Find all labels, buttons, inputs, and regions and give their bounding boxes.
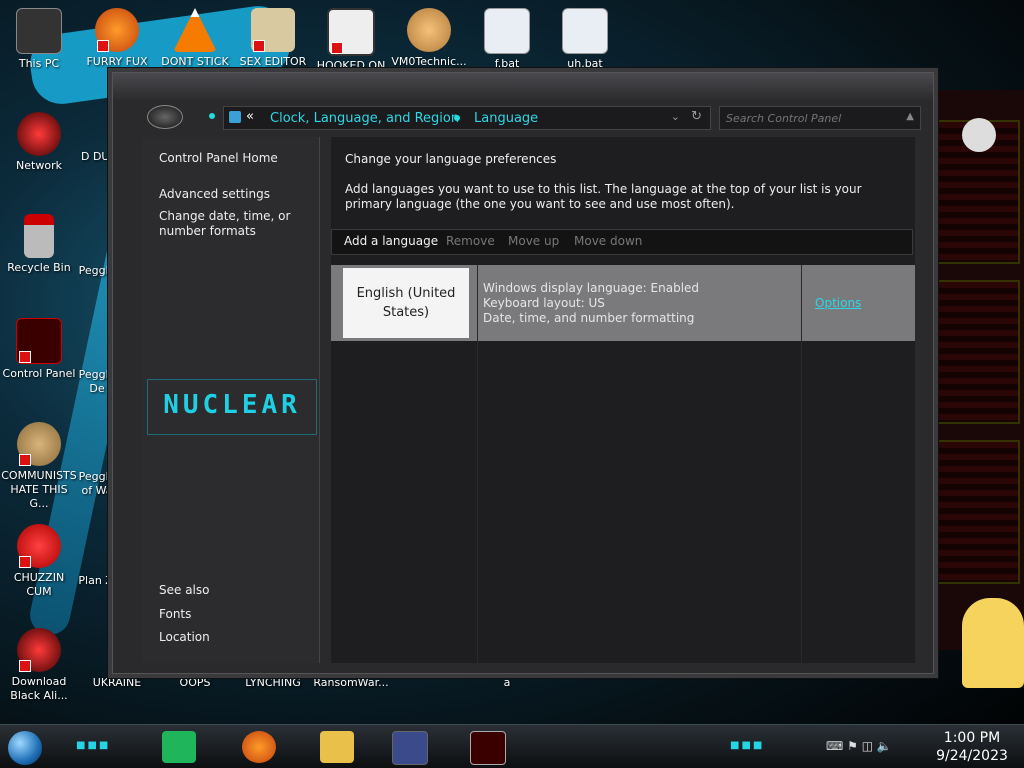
breadcrumb-language[interactable]: Language xyxy=(474,111,538,126)
address-bar[interactable]: « Clock, Language, and Region Language ⌄… xyxy=(223,106,711,130)
display-language-status: Windows display language: Enabled xyxy=(483,281,700,295)
volume-icon[interactable]: 🔈 xyxy=(877,739,892,753)
back-forward-orb-icon[interactable] xyxy=(147,105,183,129)
control-panel-window: « Clock, Language, and Region Language ⌄… xyxy=(112,72,934,674)
advanced-settings-link[interactable]: Advanced settings xyxy=(159,187,270,201)
breadcrumb-clock-language-region[interactable]: Clock, Language, and Region xyxy=(270,111,459,126)
navigation-bar: « Clock, Language, and Region Language ⌄… xyxy=(123,103,923,133)
search-box[interactable]: ▲ xyxy=(719,106,921,130)
desktop-icon-ransomware[interactable]: RansomWar... xyxy=(312,676,390,690)
desktop-icon-sex-editor[interactable]: SEX EDITOR xyxy=(234,8,312,69)
network-icon xyxy=(17,112,61,156)
desktop-icon-chuzzin[interactable]: CHUZZIN CUM xyxy=(0,524,78,599)
desktop-icon-oops[interactable]: OOPS xyxy=(156,676,234,690)
batch-file-gear-icon xyxy=(484,8,530,54)
desktop-icon-this-pc[interactable]: This PC xyxy=(0,8,78,71)
see-also-heading: See also xyxy=(159,583,210,597)
alien-logo-icon xyxy=(962,118,996,152)
add-language-button[interactable]: Add a language xyxy=(344,234,438,248)
money-bag-icon xyxy=(17,422,61,466)
computer-icon xyxy=(16,8,62,54)
chevron-down-icon[interactable]: ⌄ xyxy=(671,110,680,123)
hex-editor-icon xyxy=(251,8,295,52)
language-toolbar: Add a language Remove Move up Move down xyxy=(331,229,913,255)
formatting-status: Date, time, and number formatting xyxy=(483,311,695,325)
clock-time: 1:00 PM xyxy=(943,730,1001,746)
desktop-icon-dont-stick[interactable]: DONT STICK xyxy=(156,8,234,69)
window-title-bar[interactable] xyxy=(113,73,933,101)
desktop-icon-download-black-ali[interactable]: Download Black Ali... xyxy=(0,628,78,703)
page-description: Add languages you want to use to this li… xyxy=(345,182,862,211)
taskbar-decoration-icon: ■■■ xyxy=(730,740,765,751)
desktop-icon-lynching[interactable]: LYNCHING xyxy=(234,676,312,690)
firefox-icon xyxy=(95,8,139,52)
column-divider xyxy=(801,265,802,663)
change-formats-link[interactable]: Change date, time, or number formats xyxy=(159,209,321,239)
nuclear-theme-logo: NUCLEAR xyxy=(147,379,317,435)
desktop-icon-vm0technic[interactable]: VM0Technic... xyxy=(390,8,468,69)
taskbar-firefox-icon[interactable] xyxy=(242,731,276,763)
desktop-icon-recycle-bin[interactable]: Recycle Bin xyxy=(0,214,78,275)
taskbar-decoration-icon: ■■■ xyxy=(76,740,111,751)
control-panel-icon xyxy=(16,318,62,364)
system-tray: ⌨ ⚑ ◫ 🔈 xyxy=(826,739,892,753)
language-list-item[interactable]: English (United States) Windows display … xyxy=(331,265,915,341)
wallpaper-side-panel xyxy=(924,90,1024,650)
move-down-button[interactable]: Move down xyxy=(574,234,642,248)
recycle-bin-icon xyxy=(24,214,54,258)
desktop-icon-hooked-on[interactable]: HOOKED ON xyxy=(312,8,390,73)
desktop-icon-ukraine[interactable]: UKRAINE xyxy=(78,676,156,690)
start-orb-button[interactable] xyxy=(8,731,42,765)
page-title: Change your language preferences xyxy=(345,152,557,166)
control-panel-home-link[interactable]: Control Panel Home xyxy=(159,151,278,165)
keyboard-icon[interactable]: ⌨ xyxy=(826,739,843,753)
vlc-cone-icon xyxy=(173,8,217,52)
control-panel-icon xyxy=(229,111,241,123)
notification-flag-icon[interactable]: ⚑ xyxy=(847,739,858,753)
desktop-icon-network[interactable]: Network xyxy=(0,112,78,173)
location-link[interactable]: Location xyxy=(159,630,210,644)
wallpaper-character xyxy=(962,598,1024,688)
refresh-icon[interactable]: ↻ xyxy=(691,109,702,124)
language-name-tile: English (United States) xyxy=(343,268,469,338)
move-up-button[interactable]: Move up xyxy=(508,234,559,248)
language-options-link[interactable]: Options xyxy=(815,296,861,310)
taskbar: ■■■ ■■■ ⌨ ⚑ ◫ 🔈 1:00 PM 9/24/2023 xyxy=(0,724,1024,768)
desktop-icon-control-panel[interactable]: Control Panel xyxy=(0,318,78,381)
network-tray-icon[interactable]: ◫ xyxy=(862,739,873,753)
search-icon[interactable]: ▲ xyxy=(906,111,914,122)
breadcrumb-separator-icon xyxy=(454,115,460,121)
desktop-icon-a[interactable]: a xyxy=(468,676,546,690)
taskbar-notes-app-icon[interactable] xyxy=(162,731,196,763)
maze-icon xyxy=(327,8,375,56)
search-input[interactable] xyxy=(724,109,898,127)
fonts-link[interactable]: Fonts xyxy=(159,607,191,621)
clock-date: 9/24/2023 xyxy=(936,748,1008,764)
taskbar-control-panel-icon[interactable] xyxy=(392,731,428,765)
alien-icon xyxy=(17,628,61,672)
main-content: Change your language preferences Add lan… xyxy=(331,137,915,663)
doctor-icon xyxy=(407,8,451,52)
chuzzle-icon xyxy=(17,524,61,568)
desktop-icon-f-bat[interactable]: f.bat xyxy=(468,8,546,71)
nav-dot-icon xyxy=(209,113,215,119)
remove-button[interactable]: Remove xyxy=(446,234,495,248)
column-divider xyxy=(477,265,478,663)
taskbar-file-explorer-icon[interactable] xyxy=(320,731,354,763)
keyboard-layout-status: Keyboard layout: US xyxy=(483,296,605,310)
taskbar-active-window-icon[interactable] xyxy=(470,731,506,765)
breadcrumb-chevron-icon[interactable]: « xyxy=(246,109,254,124)
desktop-icon-uh-bat[interactable]: uh.bat xyxy=(546,8,624,71)
desktop-icon-furry-fux[interactable]: FURRY FUX xyxy=(78,8,156,69)
taskbar-clock[interactable]: 1:00 PM 9/24/2023 xyxy=(928,729,1016,765)
language-details: Windows display language: Enabled Keyboa… xyxy=(483,281,699,326)
desktop-icon-communists[interactable]: COMMUNISTS HATE THIS G... xyxy=(0,422,78,511)
left-navigation-pane: Control Panel Home Advanced settings Cha… xyxy=(141,137,320,663)
batch-file-gear-icon xyxy=(562,8,608,54)
